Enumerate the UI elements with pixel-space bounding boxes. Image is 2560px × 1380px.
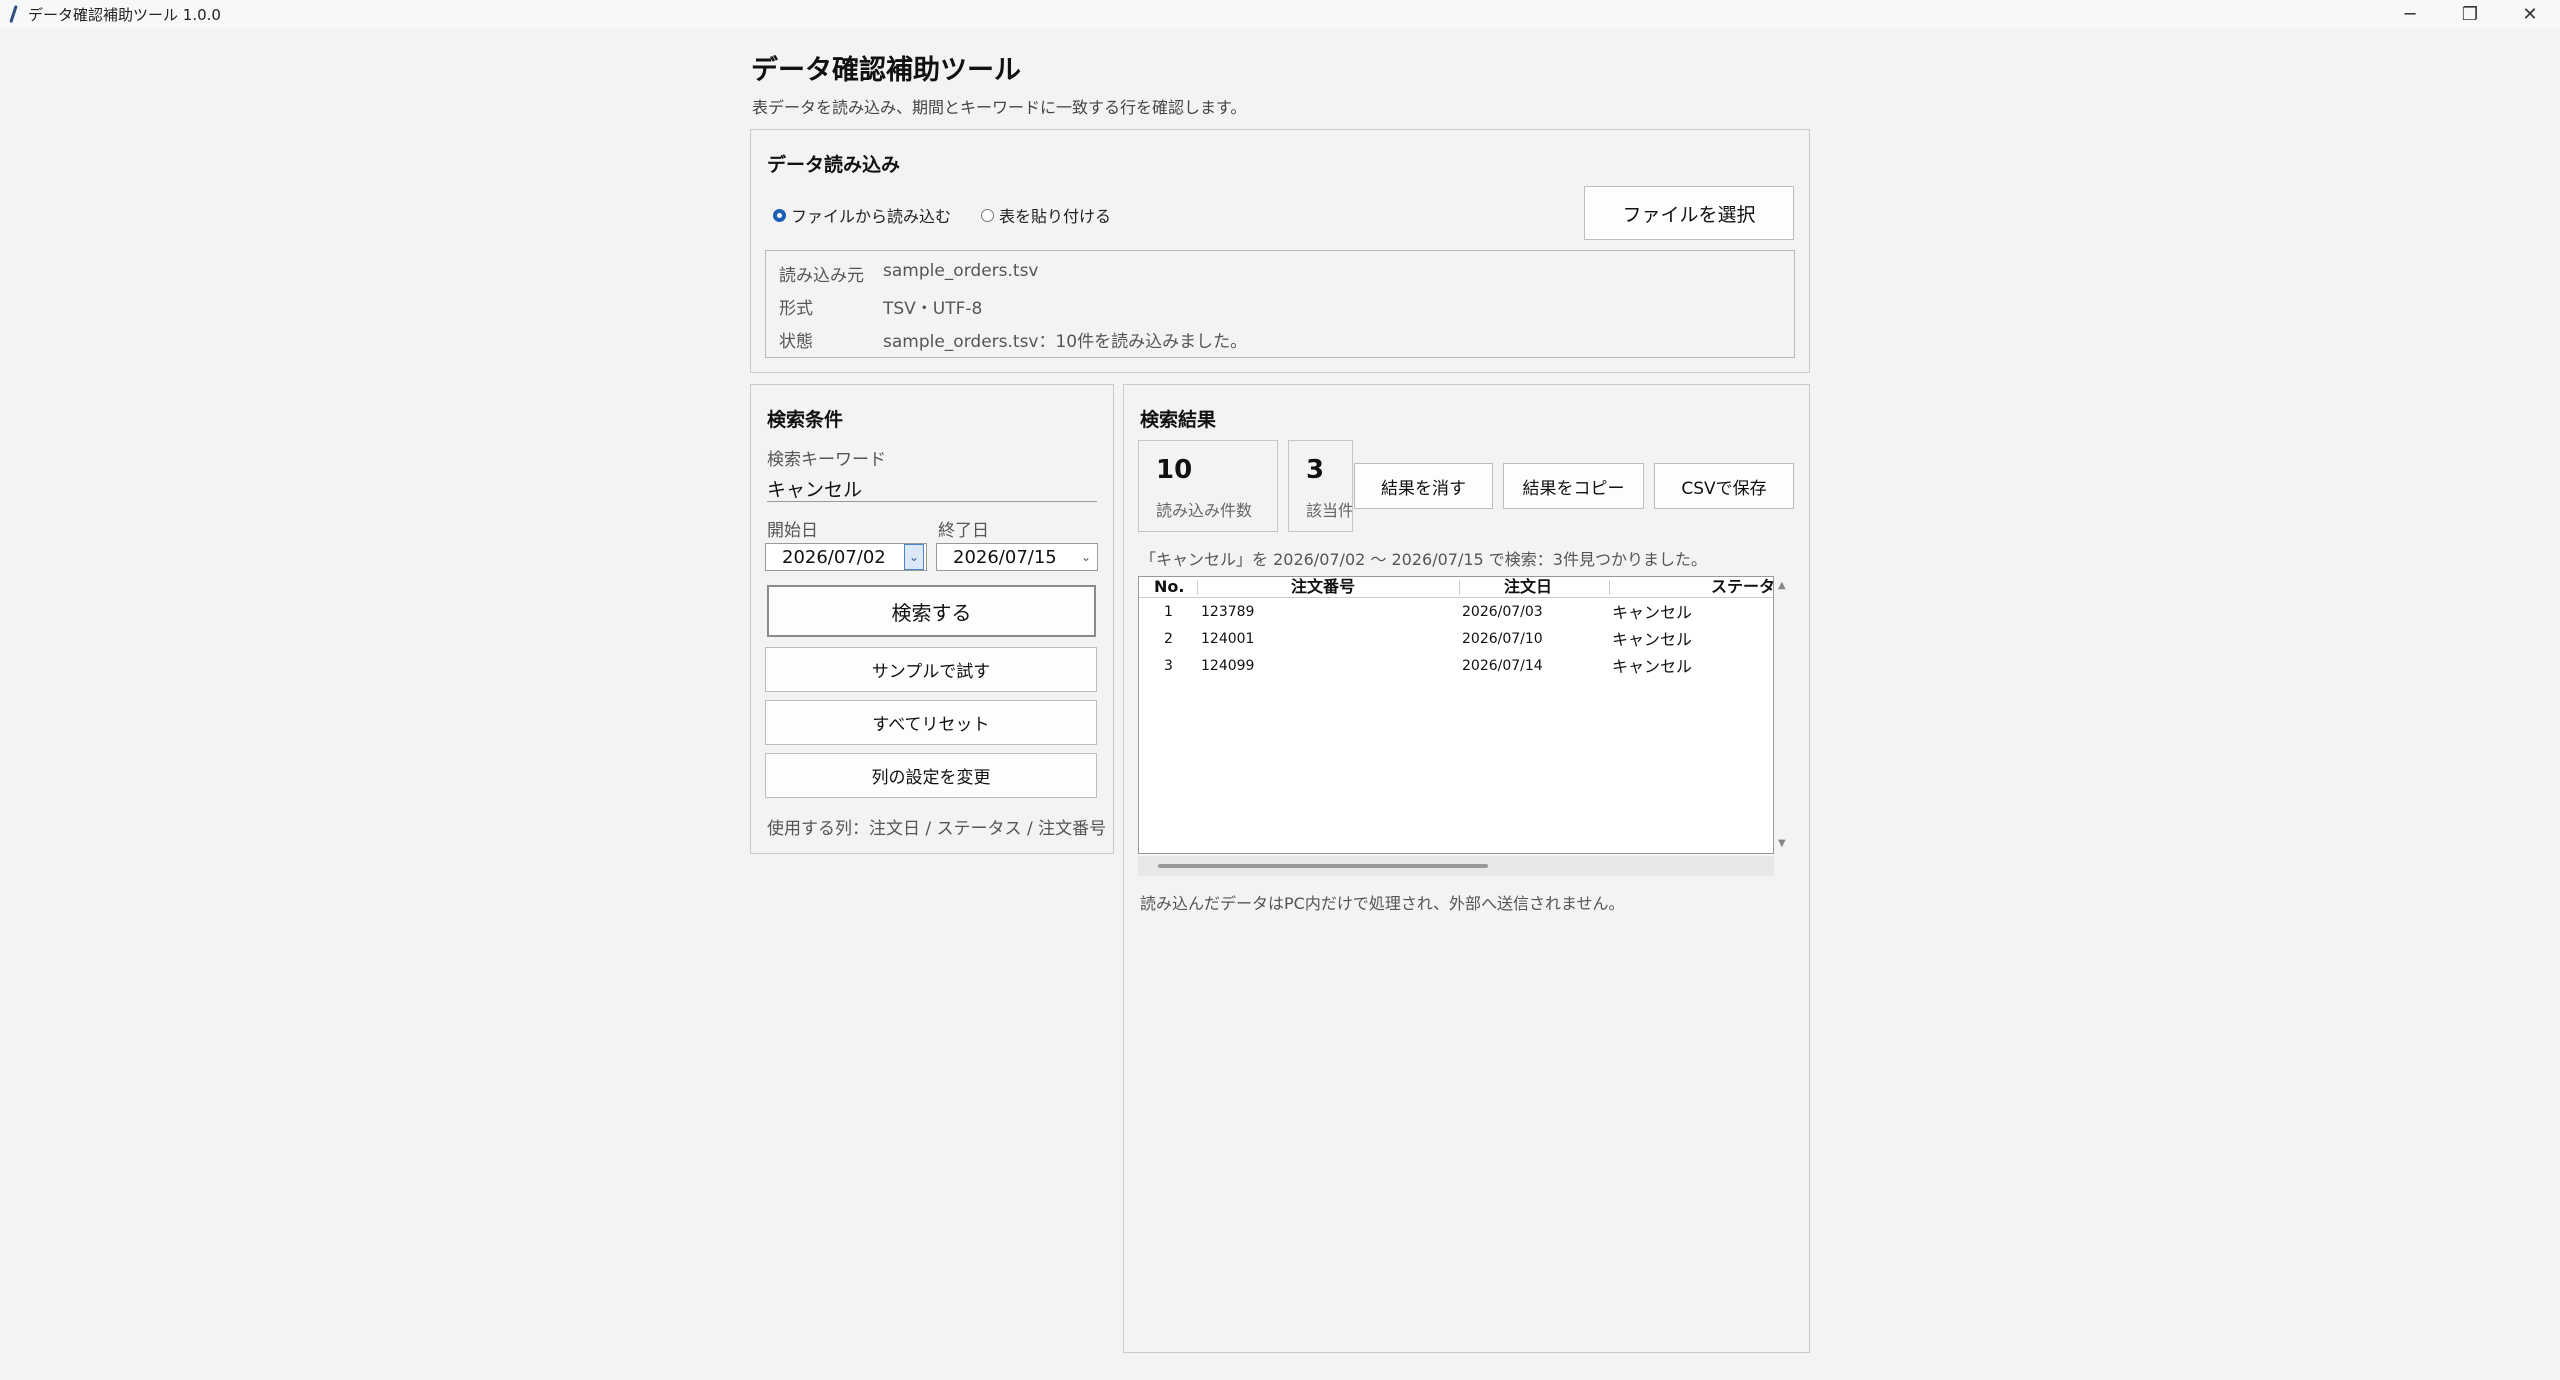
match-count-card: 3 該当件数	[1288, 440, 1353, 532]
scrollbar-thumb[interactable]	[1158, 864, 1488, 868]
page-subtitle: 表データを読み込み、期間とキーワードに一致する行を確認します。	[752, 98, 1247, 117]
info-value: sample_orders.tsv	[883, 261, 1039, 281]
loaded-count-card: 10 読み込み件数	[1138, 440, 1278, 532]
table-header: No. 注文番号 注文日 ステータス	[1139, 577, 1773, 598]
reset-all-button[interactable]: すべてリセット	[765, 700, 1097, 745]
column-header-status[interactable]: ステータス	[1711, 577, 1773, 597]
search-conditions-title: 検索条件	[767, 409, 844, 431]
minimize-icon[interactable]: ─	[2380, 0, 2440, 28]
end-date-label: 終了日	[938, 521, 989, 541]
search-result-message: 「キャンセル」を 2026/07/02 〜 2026/07/15 で検索：3件見…	[1140, 550, 1707, 569]
radio-paste-dot[interactable]	[981, 208, 995, 222]
column-header-order[interactable]: 注文番号	[1291, 577, 1355, 597]
chevron-down-icon[interactable]: ⌄	[1077, 545, 1095, 569]
app-feather-icon	[6, 4, 22, 24]
column-divider	[1197, 580, 1198, 595]
column-header-no[interactable]: No.	[1154, 577, 1184, 597]
results-table[interactable]: No. 注文番号 注文日 ステータス 1 123789 2026/07/03 キ…	[1138, 576, 1774, 854]
cell-status: キャンセル	[1612, 603, 1693, 622]
window-controls: ─ ❐ ✕	[2380, 0, 2560, 28]
cell-date: 2026/07/10	[1462, 631, 1543, 647]
close-icon[interactable]: ✕	[2500, 0, 2560, 28]
table-row[interactable]: 3 124099 2026/07/14 キャンセル	[1139, 653, 1773, 680]
cell-date: 2026/07/03	[1462, 604, 1543, 620]
radio-file-dot[interactable]	[773, 208, 786, 222]
table-horizontal-scrollbar[interactable]	[1138, 856, 1774, 876]
info-row-source: 読み込み元 sample_orders.tsv	[779, 261, 1038, 286]
data-load-title: データ読み込み	[767, 154, 901, 176]
end-date-value: 2026/07/15	[953, 546, 1057, 568]
cell-order: 124001	[1201, 631, 1255, 647]
match-count-label: 該当件数	[1306, 501, 1353, 520]
window-titlebar: データ確認補助ツール 1.0.0 ─ ❐ ✕	[0, 0, 2560, 28]
privacy-note: 読み込んだデータはPC内だけで処理され、外部へ送信されません。	[1140, 894, 1625, 913]
column-settings-button[interactable]: 列の設定を変更	[765, 753, 1097, 798]
cell-order: 124099	[1201, 658, 1255, 674]
column-divider	[1609, 580, 1610, 595]
scroll-down-icon[interactable]: ▼	[1778, 838, 1786, 849]
end-date-picker[interactable]: 2026/07/15 ⌄	[936, 543, 1098, 571]
table-row[interactable]: 1 123789 2026/07/03 キャンセル	[1139, 599, 1773, 626]
info-value: TSV・UTF-8	[883, 299, 983, 319]
used-columns-text: 使用する列：注文日 / ステータス / 注文番号	[767, 819, 1107, 839]
info-key: 読み込み元	[779, 266, 864, 286]
chevron-down-icon[interactable]: ⌄	[904, 544, 924, 570]
cell-order: 123789	[1201, 604, 1255, 620]
restore-icon[interactable]: ❐	[2440, 0, 2500, 28]
cell-no: 1	[1164, 604, 1173, 620]
window-title: データ確認補助ツール 1.0.0	[28, 5, 221, 24]
column-divider	[1459, 580, 1460, 595]
clear-results-button[interactable]: 結果を消す	[1354, 463, 1493, 509]
radio-file[interactable]: ファイルから読み込む	[773, 203, 951, 227]
cell-date: 2026/07/14	[1462, 658, 1543, 674]
info-row-status: 状態 sample_orders.tsv：10件を読み込みました。	[779, 327, 1247, 352]
keyword-label: 検索キーワード	[767, 450, 886, 470]
cell-no: 2	[1164, 631, 1173, 647]
select-file-button[interactable]: ファイルを選択	[1584, 186, 1794, 240]
copy-results-button[interactable]: 結果をコピー	[1503, 463, 1644, 509]
column-header-date[interactable]: 注文日	[1504, 577, 1552, 597]
cell-status: キャンセル	[1612, 657, 1693, 676]
loaded-count-value: 10	[1156, 455, 1193, 485]
table-vertical-scrollbar[interactable]: ▲ ▼	[1775, 576, 1793, 854]
start-date-label: 開始日	[767, 521, 818, 541]
sample-button[interactable]: サンプルで試す	[765, 647, 1097, 692]
cell-no: 3	[1164, 658, 1173, 674]
search-button[interactable]: 検索する	[767, 585, 1096, 637]
keyword-input[interactable]	[767, 474, 1097, 502]
radio-paste-label: 表を貼り付ける	[999, 207, 1112, 226]
start-date-value: 2026/07/02	[782, 546, 886, 568]
cell-status: キャンセル	[1612, 630, 1693, 649]
info-row-format: 形式 TSV・UTF-8	[779, 294, 982, 319]
results-title: 検索結果	[1140, 409, 1217, 431]
loaded-count-label: 読み込み件数	[1156, 501, 1253, 520]
save-csv-button[interactable]: CSVで保存	[1654, 463, 1794, 509]
radio-file-label: ファイルから読み込む	[791, 207, 952, 226]
info-key: 形式	[779, 299, 813, 319]
page-title: データ確認補助ツール	[751, 55, 1021, 86]
match-count-value: 3	[1306, 455, 1325, 485]
info-value: sample_orders.tsv：10件を読み込みました。	[883, 332, 1248, 352]
load-mode-radios: ファイルから読み込む 表を貼り付ける	[773, 203, 1141, 227]
start-date-picker[interactable]: 2026/07/02 ⌄	[765, 543, 927, 571]
table-row[interactable]: 2 124001 2026/07/10 キャンセル	[1139, 626, 1773, 653]
scroll-up-icon[interactable]: ▲	[1778, 580, 1786, 591]
radio-paste[interactable]: 表を貼り付ける	[981, 203, 1111, 227]
file-info-box: 読み込み元 sample_orders.tsv 形式 TSV・UTF-8 状態 …	[765, 250, 1795, 358]
info-key: 状態	[779, 332, 813, 352]
